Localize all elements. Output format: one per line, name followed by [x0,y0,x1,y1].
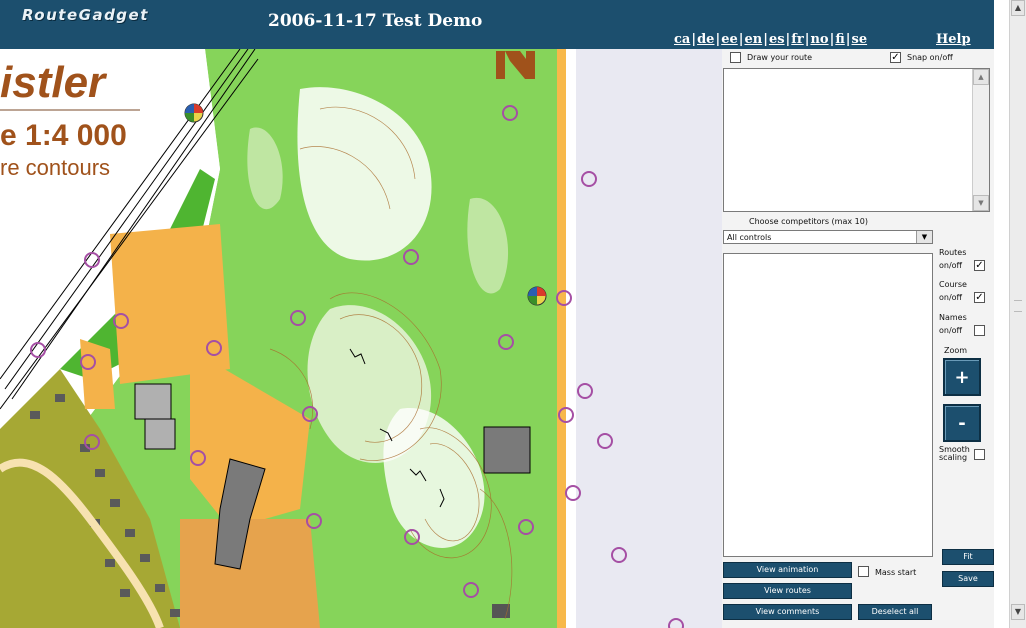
language-separator: | [715,32,721,47]
language-link-no[interactable]: no [810,32,828,47]
orienteering-map[interactable]: istler e 1:4 000 re contours [0,49,722,628]
fit-button[interactable]: Fit [942,549,994,565]
draw-route-checkbox[interactable] [730,52,741,63]
language-separator: | [804,32,810,47]
language-separator: | [763,32,768,47]
competitor-list[interactable] [723,253,933,557]
routegadget-window: RouteGadget 2006-11-17 Test Demo ca|de|e… [0,0,1026,628]
language-link-se[interactable]: se [852,32,868,47]
language-links: ca|de|ee|en|es|fr|no|fi|se [674,32,867,47]
snap-checkbox[interactable]: ✓ [890,52,901,63]
names-checkbox[interactable] [974,325,985,336]
routes-checkbox[interactable]: ✓ [974,260,985,271]
language-link-es[interactable]: es [769,32,785,47]
zoom-in-button[interactable]: + [943,358,981,396]
language-separator: | [829,32,835,47]
language-link-fi[interactable]: fi [835,32,844,47]
language-link-en[interactable]: en [744,32,762,47]
routes-label: Routes [939,248,967,257]
routes-onoff-label: on/off [939,261,963,270]
mass-start-label: Mass start [875,568,917,577]
scroll-up-icon[interactable]: ▲ [1011,0,1025,16]
control-panel: Draw your route ✓ Snap on/off ▲ ▼ Choose… [722,49,994,628]
language-separator: | [785,32,791,47]
language-separator: | [691,32,697,47]
event-title: 2006-11-17 Test Demo [268,11,483,31]
scroll-down-icon[interactable]: ▼ [973,195,989,211]
chevron-down-icon[interactable]: ▼ [916,231,932,243]
map-contours-text: re contours [0,155,110,180]
language-link-de[interactable]: de [697,32,714,47]
course-select[interactable]: All controls ▼ [723,230,933,244]
language-link-fr[interactable]: fr [791,32,803,47]
smooth-scaling-checkbox[interactable] [974,449,985,460]
map-scale-text: e 1:4 000 [0,119,127,152]
language-separator: | [845,32,851,47]
view-comments-button[interactable]: View comments [723,604,852,620]
view-animation-button[interactable]: View animation [723,562,852,578]
scaling-label: scaling [939,453,968,462]
zoom-out-button[interactable]: - [943,404,981,442]
scroll-thumb-grip[interactable] [1014,300,1022,312]
language-separator: | [738,32,744,47]
choose-competitors-label: Choose competitors (max 10) [749,217,868,226]
language-link-ee[interactable]: ee [721,32,738,47]
snap-label: Snap on/off [907,53,953,62]
save-button[interactable]: Save [942,571,994,587]
zoom-label: Zoom [944,346,968,355]
help-link[interactable]: Help [936,32,971,47]
scroll-down-icon[interactable]: ▼ [1011,604,1025,620]
app-logo: RouteGadget [22,6,149,24]
course-select-value: All controls [727,233,772,242]
course-onoff-label: on/off [939,293,963,302]
page-scrollbar[interactable]: ▲ ▼ [1009,0,1026,628]
draw-route-label: Draw your route [747,53,813,62]
comment-textarea[interactable]: ▲ ▼ [723,68,990,212]
scroll-up-icon[interactable]: ▲ [973,69,989,85]
start-marker-icon [184,103,204,123]
map-title-text: istler [0,58,108,107]
map-view[interactable]: istler e 1:4 000 re contours [0,49,722,628]
deselect-all-button[interactable]: Deselect all [858,604,932,620]
names-label: Names [939,313,967,322]
finish-marker-icon [527,286,547,306]
course-label: Course [939,280,967,289]
language-link-ca[interactable]: ca [674,32,690,47]
course-checkbox[interactable]: ✓ [974,292,985,303]
textarea-scrollbar[interactable]: ▲ ▼ [972,69,989,211]
mass-start-checkbox[interactable] [858,566,869,577]
names-onoff-label: on/off [939,326,963,335]
header-bar: RouteGadget 2006-11-17 Test Demo ca|de|e… [0,0,994,49]
view-routes-button[interactable]: View routes [723,583,852,599]
page-margin [994,0,1009,628]
